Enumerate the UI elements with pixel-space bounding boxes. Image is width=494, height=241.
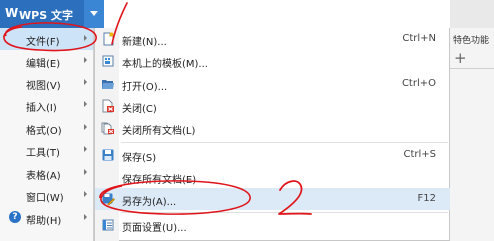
submenu-arrow-icon xyxy=(84,169,87,175)
shortcut-label: Ctrl+O xyxy=(401,78,436,89)
menu-item-close-all[interactable]: 关闭所有文档(L) xyxy=(95,117,450,139)
menu-item-label: 工具(T) xyxy=(26,148,60,159)
menu-item-new[interactable]: 新建(N)... Ctrl+N xyxy=(95,28,450,50)
template-icon xyxy=(102,55,114,67)
menu-item-label: 本机上的模板(M)... xyxy=(122,59,208,70)
page-setup-icon xyxy=(102,219,114,231)
shortcut-label: F12 xyxy=(417,193,436,204)
menu-item-table[interactable]: 表格(A) xyxy=(0,162,93,184)
main-menu: 文件(F) 编辑(E) 视图(V) 插入(I) 格式(O) 工具(T) 表格(A… xyxy=(0,28,94,241)
wps-menu-button[interactable]: W WPS 文字 xyxy=(0,0,104,28)
app-name: WPS 文字 xyxy=(19,9,73,22)
menu-item-tools[interactable]: 工具(T) xyxy=(0,139,93,161)
menu-item-file[interactable]: 文件(F) xyxy=(0,28,93,50)
submenu-arrow-icon xyxy=(84,101,87,107)
menu-item-open[interactable]: 打开(O)... Ctrl+O xyxy=(95,73,450,95)
menu-item-label: 窗口(W) xyxy=(26,193,64,204)
feature-tab[interactable]: 特色功能 xyxy=(453,33,489,46)
help-icon: ? xyxy=(9,211,21,223)
submenu-arrow-icon xyxy=(84,35,87,41)
submenu-arrow-icon xyxy=(84,146,87,152)
menu-item-label: 另存为(A)... xyxy=(122,197,177,208)
wps-logo-icon: W xyxy=(5,6,18,20)
menu-item-label: 帮助(H) xyxy=(26,216,62,227)
submenu-arrow-icon xyxy=(84,57,87,63)
new-tab-button[interactable]: + xyxy=(454,50,467,66)
menu-item-label: 编辑(E) xyxy=(26,59,61,70)
menu-item-label: 打开(O)... xyxy=(122,82,168,93)
menu-item-label: 关闭(C) xyxy=(122,104,157,115)
menu-item-view[interactable]: 视图(V) xyxy=(0,72,93,94)
menu-item-format[interactable]: 格式(O) xyxy=(0,117,93,139)
menu-item-label: 视图(V) xyxy=(26,81,61,92)
menu-item-label: 插入(I) xyxy=(26,103,57,114)
menu-separator xyxy=(121,212,448,213)
menu-item-label: 页面设置(U)... xyxy=(122,223,187,234)
menu-item-local-templates[interactable]: 本机上的模板(M)... xyxy=(95,50,450,72)
menu-item-insert[interactable]: 插入(I) xyxy=(0,94,93,116)
file-submenu: 新建(N)... Ctrl+N 本机上的模板(M)... 打开(O)... Ct… xyxy=(94,28,450,241)
menu-item-save-as[interactable]: 另存为(A)... F12 xyxy=(95,188,450,210)
menu-item-label: 新建(N)... xyxy=(122,37,167,48)
menu-dropdown-button[interactable] xyxy=(84,0,104,28)
menu-item-window[interactable]: 窗口(W) xyxy=(0,184,93,206)
new-document-icon xyxy=(103,32,114,46)
submenu-arrow-icon xyxy=(84,79,87,85)
shortcut-label: Ctrl+N xyxy=(402,33,436,44)
chevron-down-icon xyxy=(90,11,98,16)
menu-item-label: 保存所有文档(E) xyxy=(122,175,197,186)
save-icon xyxy=(102,149,114,161)
menu-item-label: 文件(F) xyxy=(26,37,60,48)
background-tabstrip xyxy=(450,0,494,28)
save-as-icon xyxy=(102,193,115,206)
close-all-documents-icon xyxy=(101,122,114,135)
menu-item-label: 表格(A) xyxy=(26,171,61,182)
open-folder-icon xyxy=(102,80,114,89)
divider xyxy=(450,68,494,69)
menu-item-edit[interactable]: 编辑(E) xyxy=(0,50,93,72)
background-window: 特色功能 + xyxy=(450,0,494,241)
menu-item-close[interactable]: 关闭(C) xyxy=(95,95,450,117)
menu-item-label: 保存(S) xyxy=(122,153,157,164)
menu-item-page-setup[interactable]: 页面设置(U)... xyxy=(95,214,450,236)
submenu-arrow-icon xyxy=(84,124,87,130)
menu-item-label: 格式(O) xyxy=(26,126,62,137)
submenu-arrow-icon xyxy=(84,191,87,197)
close-document-icon xyxy=(102,99,114,113)
menu-item-label: 关闭所有文档(L) xyxy=(122,126,196,137)
submenu-arrow-icon xyxy=(84,214,87,220)
menu-item-help[interactable]: ? 帮助(H) xyxy=(0,207,93,229)
menu-separator xyxy=(121,142,448,143)
menu-item-save[interactable]: 保存(S) Ctrl+S xyxy=(95,144,450,166)
shortcut-label: Ctrl+S xyxy=(403,149,436,160)
menu-item-save-all[interactable]: 保存所有文档(E) xyxy=(95,166,450,188)
